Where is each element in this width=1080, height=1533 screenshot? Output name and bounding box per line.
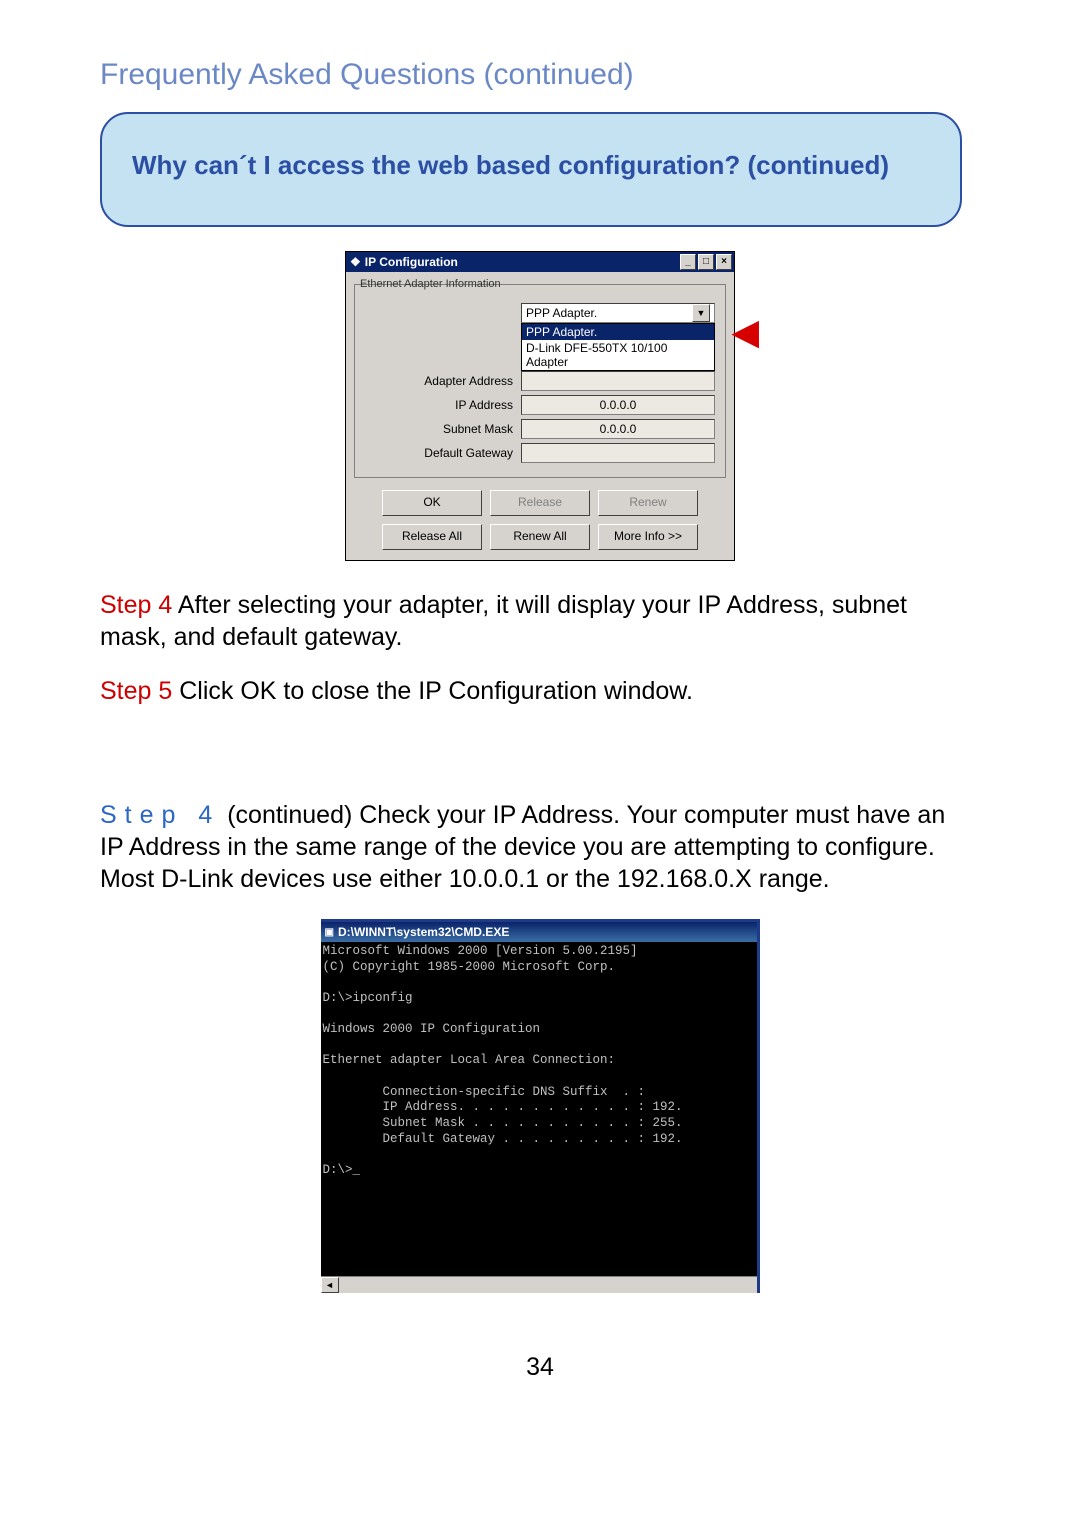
release-all-button[interactable]: Release All xyxy=(382,524,482,550)
label-ip-address: IP Address xyxy=(365,398,521,412)
step5-label: Step 5 xyxy=(100,677,179,705)
callout-title: Why can´t I access the web based configu… xyxy=(132,150,930,181)
window-icon: ❖ xyxy=(350,255,361,269)
page-title: Frequently Asked Questions (continued) xyxy=(100,58,990,92)
adapter-select-value: PPP Adapter. xyxy=(526,304,692,322)
ip-config-titlebar: ❖ IP Configuration _ □ × xyxy=(346,252,734,272)
more-info-button[interactable]: More Info >> xyxy=(598,524,698,550)
ip-config-window-wrap: ❖ IP Configuration _ □ × Ethernet Adapte… xyxy=(345,251,735,561)
cmd-output: Microsoft Windows 2000 [Version 5.00.219… xyxy=(321,942,757,1276)
label-subnet-mask: Subnet Mask xyxy=(365,422,521,436)
cmd-title: D:\WINNT\system32\CMD.EXE xyxy=(338,925,509,939)
window-title: IP Configuration xyxy=(365,255,458,269)
minimize-icon[interactable]: _ xyxy=(680,254,696,270)
ok-button[interactable]: OK xyxy=(382,490,482,516)
step4-continued-label: Step 4 xyxy=(100,801,220,829)
step4-text: After selecting your adapter, it will di… xyxy=(100,591,907,651)
field-subnet-mask: 0.0.0.0 xyxy=(521,419,715,439)
field-ip-address: 0.0.0.0 xyxy=(521,395,715,415)
step5-text: Click OK to close the IP Configuration w… xyxy=(179,677,693,705)
cmd-scrollbar[interactable]: ◄ xyxy=(321,1276,757,1293)
step4-paragraph: Step 4 After selecting your adapter, it … xyxy=(100,589,974,653)
ip-config-window: ❖ IP Configuration _ □ × Ethernet Adapte… xyxy=(345,251,735,561)
cmd-titlebar: ▣ D:\WINNT\system32\CMD.EXE xyxy=(321,922,757,942)
cmd-icon: ▣ xyxy=(325,927,334,938)
adapter-select[interactable]: PPP Adapter. ▼ PPP Adapter. D-Link DFE-5… xyxy=(521,303,715,323)
adapter-dropdown: PPP Adapter. D-Link DFE-550TX 10/100 Ada… xyxy=(521,323,715,371)
step4-label: Step 4 xyxy=(100,591,178,619)
field-adapter-address xyxy=(521,371,715,391)
cmd-window: ▣ D:\WINNT\system32\CMD.EXE Microsoft Wi… xyxy=(321,919,760,1293)
close-icon[interactable]: × xyxy=(716,254,732,270)
scroll-left-icon[interactable]: ◄ xyxy=(321,1277,339,1293)
step4-continued-word: (continued) xyxy=(220,801,359,829)
adapter-option-dlink[interactable]: D-Link DFE-550TX 10/100 Adapter xyxy=(522,340,714,370)
adapter-option-ppp[interactable]: PPP Adapter. xyxy=(522,324,714,340)
field-default-gateway xyxy=(521,443,715,463)
release-button[interactable]: Release xyxy=(490,490,590,516)
page-number: 34 xyxy=(90,1353,990,1382)
step4-continued-paragraph: Step 4 (continued) Check your IP Address… xyxy=(100,799,974,895)
step5-paragraph: Step 5 Click OK to close the IP Configur… xyxy=(100,675,974,707)
renew-all-button[interactable]: Renew All xyxy=(490,524,590,550)
label-default-gateway: Default Gateway xyxy=(365,446,521,460)
maximize-icon[interactable]: □ xyxy=(698,254,714,270)
renew-button[interactable]: Renew xyxy=(598,490,698,516)
label-adapter-address: Adapter Address xyxy=(365,374,521,388)
pointer-arrow-icon: ◀ xyxy=(731,311,759,353)
callout-box: Why can´t I access the web based configu… xyxy=(100,112,962,227)
chevron-down-icon[interactable]: ▼ xyxy=(692,304,710,322)
